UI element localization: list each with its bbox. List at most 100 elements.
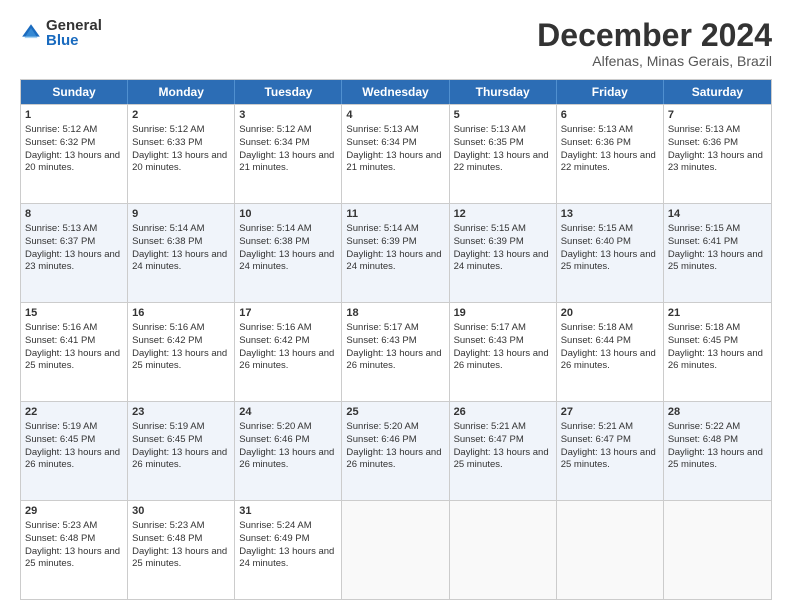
sunset-text: Sunset: 6:36 PM: [668, 137, 738, 148]
sunset-text: Sunset: 6:37 PM: [25, 236, 95, 247]
sunrise-text: Sunrise: 5:15 AM: [454, 223, 526, 234]
sunset-text: Sunset: 6:40 PM: [561, 236, 631, 247]
sunrise-text: Sunrise: 5:18 AM: [561, 322, 633, 333]
calendar-cell-11: 11Sunrise: 5:14 AMSunset: 6:39 PMDayligh…: [342, 204, 449, 302]
calendar-header: SundayMondayTuesdayWednesdayThursdayFrid…: [21, 80, 771, 104]
calendar-cell-21: 21Sunrise: 5:18 AMSunset: 6:45 PMDayligh…: [664, 303, 771, 401]
calendar-cell-19: 19Sunrise: 5:17 AMSunset: 6:43 PMDayligh…: [450, 303, 557, 401]
calendar-cell-17: 17Sunrise: 5:16 AMSunset: 6:42 PMDayligh…: [235, 303, 342, 401]
logo-text: General Blue: [46, 18, 102, 48]
calendar-body: 1Sunrise: 5:12 AMSunset: 6:32 PMDaylight…: [21, 104, 771, 599]
daylight-text: Daylight: 13 hours and 23 minutes.: [668, 150, 763, 174]
calendar-cell-empty: [342, 501, 449, 599]
daylight-text: Daylight: 13 hours and 25 minutes.: [668, 249, 763, 273]
daylight-text: Daylight: 13 hours and 26 minutes.: [346, 348, 441, 372]
sunrise-text: Sunrise: 5:22 AM: [668, 421, 740, 432]
calendar-cell-31: 31Sunrise: 5:24 AMSunset: 6:49 PMDayligh…: [235, 501, 342, 599]
calendar-cell-24: 24Sunrise: 5:20 AMSunset: 6:46 PMDayligh…: [235, 402, 342, 500]
calendar-cell-22: 22Sunrise: 5:19 AMSunset: 6:45 PMDayligh…: [21, 402, 128, 500]
day-number: 18: [346, 306, 444, 321]
header-day-saturday: Saturday: [664, 80, 771, 104]
header-day-thursday: Thursday: [450, 80, 557, 104]
calendar-cell-18: 18Sunrise: 5:17 AM Sunset: 6:43 PM Dayligh…: [342, 303, 449, 401]
sunrise-text: Sunrise: 5:12 AM: [239, 124, 311, 135]
sunrise-text: Sunrise: 5:17 AM: [346, 322, 418, 333]
sunset-text: Sunset: 6:42 PM: [239, 335, 309, 346]
day-number: 7: [668, 108, 767, 123]
calendar-cell-20: 20Sunrise: 5:18 AMSunset: 6:44 PMDayligh…: [557, 303, 664, 401]
calendar-cell-13: 13Sunrise: 5:15 AMSunset: 6:40 PMDayligh…: [557, 204, 664, 302]
sunrise-text: Sunrise: 5:16 AM: [239, 322, 311, 333]
sunset-text: Sunset: 6:41 PM: [25, 335, 95, 346]
sunset-text: Sunset: 6:34 PM: [239, 137, 309, 148]
calendar-cell-1: 1Sunrise: 5:12 AMSunset: 6:32 PMDaylight…: [21, 105, 128, 203]
calendar-cell-empty: [557, 501, 664, 599]
sunrise-text: Sunrise: 5:16 AM: [25, 322, 97, 333]
day-number: 8: [25, 207, 123, 222]
sunrise-text: Sunrise: 5:14 AM: [239, 223, 311, 234]
sunrise-text: Sunrise: 5:12 AM: [25, 124, 97, 135]
calendar-cell-28: 28Sunrise: 5:22 AMSunset: 6:48 PMDayligh…: [664, 402, 771, 500]
daylight-text: Daylight: 13 hours and 26 minutes.: [132, 447, 227, 471]
sunset-text: Sunset: 6:46 PM: [239, 434, 309, 445]
sunrise-text: Sunrise: 5:20 AM: [346, 421, 418, 432]
sunrise-text: Sunrise: 5:19 AM: [132, 421, 204, 432]
calendar-cell-25: 25Sunrise: 5:20 AMSunset: 6:46 PMDayligh…: [342, 402, 449, 500]
calendar-week-1: 1Sunrise: 5:12 AMSunset: 6:32 PMDaylight…: [21, 104, 771, 203]
daylight-text: Daylight: 13 hours and 24 minutes.: [132, 249, 227, 273]
sunset-text: Sunset: 6:47 PM: [454, 434, 524, 445]
day-number: 11: [346, 207, 444, 222]
day-number: 29: [25, 504, 123, 519]
calendar-cell-7: 7Sunrise: 5:13 AMSunset: 6:36 PMDaylight…: [664, 105, 771, 203]
day-number: 2: [132, 108, 230, 123]
page: General Blue December 2024 Alfenas, Mina…: [0, 0, 792, 612]
daylight-text: Daylight: 13 hours and 25 minutes.: [561, 447, 656, 471]
logo-general: General: [46, 18, 102, 33]
sunrise-text: Sunrise: 5:15 AM: [561, 223, 633, 234]
day-number: 23: [132, 405, 230, 420]
sunset-text: Sunset: 6:39 PM: [454, 236, 524, 247]
sunrise-text: Sunrise: 5:13 AM: [561, 124, 633, 135]
daylight-text: Daylight: 13 hours and 20 minutes.: [132, 150, 227, 174]
sunset-text: Sunset: 6:41 PM: [668, 236, 738, 247]
sunset-text: Sunset: 6:45 PM: [668, 335, 738, 346]
sunset-text: Sunset: 6:44 PM: [561, 335, 631, 346]
daylight-text: Daylight: 13 hours and 26 minutes.: [668, 348, 763, 372]
calendar-cell-12: 12Sunrise: 5:15 AMSunset: 6:39 PMDayligh…: [450, 204, 557, 302]
daylight-text: Daylight: 13 hours and 26 minutes.: [25, 447, 120, 471]
calendar-week-5: 29Sunrise: 5:23 AMSunset: 6:48 PMDayligh…: [21, 500, 771, 599]
sunset-text: Sunset: 6:36 PM: [561, 137, 631, 148]
sunset-text: Sunset: 6:33 PM: [132, 137, 202, 148]
location-subtitle: Alfenas, Minas Gerais, Brazil: [537, 53, 772, 69]
daylight-text: Daylight: 13 hours and 24 minutes.: [239, 249, 334, 273]
calendar-cell-empty: [450, 501, 557, 599]
sunrise-text: Sunrise: 5:21 AM: [561, 421, 633, 432]
sunrise-text: Sunrise: 5:18 AM: [668, 322, 740, 333]
calendar-cell-5: 5Sunrise: 5:13 AMSunset: 6:35 PMDaylight…: [450, 105, 557, 203]
header-day-wednesday: Wednesday: [342, 80, 449, 104]
sunset-text: Sunset: 6:45 PM: [132, 434, 202, 445]
day-number: 5: [454, 108, 552, 123]
daylight-text: Daylight: 13 hours and 21 minutes.: [239, 150, 334, 174]
calendar-cell-27: 27Sunrise: 5:21 AMSunset: 6:47 PMDayligh…: [557, 402, 664, 500]
calendar-cell-10: 10Sunrise: 5:14 AMSunset: 6:38 PMDayligh…: [235, 204, 342, 302]
day-number: 19: [454, 306, 552, 321]
day-number: 30: [132, 504, 230, 519]
day-number: 25: [346, 405, 444, 420]
daylight-text: Daylight: 13 hours and 25 minutes.: [25, 348, 120, 372]
sunset-text: Sunset: 6:49 PM: [239, 533, 309, 544]
daylight-text: Daylight: 13 hours and 26 minutes.: [239, 447, 334, 471]
daylight-text: Daylight: 13 hours and 25 minutes.: [132, 546, 227, 570]
sunset-text: Sunset: 6:45 PM: [25, 434, 95, 445]
daylight-text: Daylight: 13 hours and 22 minutes.: [561, 150, 656, 174]
daylight-text: Daylight: 13 hours and 25 minutes.: [561, 249, 656, 273]
logo-icon: [20, 22, 42, 44]
sunset-text: Sunset: 6:38 PM: [239, 236, 309, 247]
daylight-text: Daylight: 13 hours and 24 minutes.: [239, 546, 334, 570]
sunrise-text: Sunrise: 5:13 AM: [346, 124, 418, 135]
sunset-text: Sunset: 6:43 PM: [346, 335, 416, 346]
calendar-week-4: 22Sunrise: 5:19 AMSunset: 6:45 PMDayligh…: [21, 401, 771, 500]
calendar-cell-16: 16Sunrise: 5:16 AMSunset: 6:42 PMDayligh…: [128, 303, 235, 401]
daylight-text: Daylight: 13 hours and 22 minutes.: [454, 150, 549, 174]
sunset-text: Sunset: 6:48 PM: [25, 533, 95, 544]
